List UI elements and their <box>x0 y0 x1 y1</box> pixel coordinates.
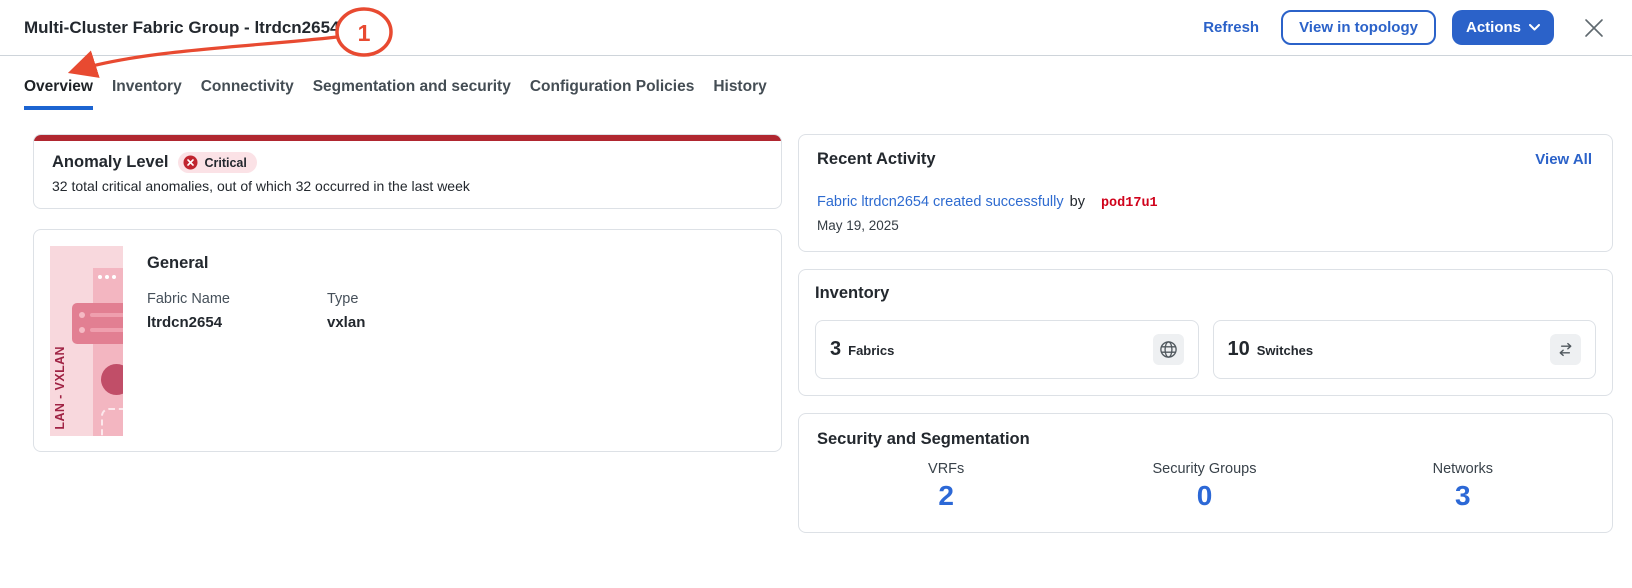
view-in-topology-button[interactable]: View in topology <box>1281 10 1436 45</box>
illustration-label: LAN - VXLAN <box>53 346 67 430</box>
overview-content: Anomaly Level Critical 32 total critical… <box>0 110 1632 533</box>
left-column: Anomaly Level Critical 32 total critical… <box>33 134 782 452</box>
activity-by-text: by <box>1070 194 1085 210</box>
actions-button-label: Actions <box>1466 19 1521 36</box>
recent-activity-title: Recent Activity <box>817 150 936 169</box>
fabric-name-field: Fabric Name ltrdcn2654 <box>147 291 327 331</box>
tab-history[interactable]: History <box>713 78 766 110</box>
activity-user: pod17u1 <box>1101 196 1158 211</box>
fabrics-count: 3 <box>830 338 841 361</box>
type-label: Type <box>327 291 507 307</box>
security-groups-value[interactable]: 0 <box>1075 480 1333 512</box>
tab-bar: Overview Inventory Connectivity Segmenta… <box>0 56 1632 110</box>
illustration-server <box>72 303 123 344</box>
view-all-link[interactable]: View All <box>1535 151 1592 168</box>
fabrics-label: Fabrics <box>848 343 894 358</box>
type-field: Type vxlan <box>327 291 507 331</box>
type-value: vxlan <box>327 314 507 331</box>
switch-icon <box>1550 334 1581 365</box>
security-groups-stat: Security Groups 0 <box>1075 461 1333 512</box>
anomaly-level-card: Anomaly Level Critical 32 total critical… <box>33 134 782 209</box>
vrfs-label: VRFs <box>817 461 1075 477</box>
right-column: Recent Activity View All Fabric ltrdcn26… <box>798 134 1613 533</box>
fabric-name-label: Fabric Name <box>147 291 327 307</box>
activity-date: May 19, 2025 <box>817 218 1592 233</box>
fabrics-tile[interactable]: 3 Fabrics <box>815 320 1199 379</box>
tab-inventory[interactable]: Inventory <box>112 78 182 110</box>
anomaly-description: 32 total critical anomalies, out of whic… <box>52 178 763 194</box>
critical-icon <box>183 155 198 170</box>
illustration-dot <box>112 275 116 279</box>
switches-label: Switches <box>1257 343 1313 358</box>
networks-value[interactable]: 3 <box>1334 480 1592 512</box>
networks-stat: Networks 3 <box>1334 461 1592 512</box>
vrfs-stat: VRFs 2 <box>817 461 1075 512</box>
tab-segmentation-and-security[interactable]: Segmentation and security <box>313 78 511 110</box>
anomaly-level-title: Anomaly Level <box>52 153 168 172</box>
inventory-title: Inventory <box>815 284 1596 303</box>
illustration-dashed-box <box>101 408 123 436</box>
security-segmentation-title: Security and Segmentation <box>817 430 1592 449</box>
inventory-card: Inventory 3 Fabrics <box>798 269 1613 396</box>
activity-event-row: Fabric ltrdcn2654 created successfully b… <box>817 194 1592 211</box>
lan-vxlan-illustration: LAN - VXLAN <box>50 246 123 436</box>
fabric-name-value: ltrdcn2654 <box>147 314 327 331</box>
security-groups-label: Security Groups <box>1075 461 1333 477</box>
recent-activity-card: Recent Activity View All Fabric ltrdcn26… <box>798 134 1613 252</box>
tab-configuration-policies[interactable]: Configuration Policies <box>530 78 694 110</box>
drawer-header: Multi-Cluster Fabric Group - ltrdcn2654 … <box>0 0 1632 56</box>
activity-event-link[interactable]: Fabric ltrdcn2654 created successfully <box>817 194 1064 210</box>
globe-icon <box>1153 334 1184 365</box>
switches-count: 10 <box>1228 338 1250 361</box>
tab-connectivity[interactable]: Connectivity <box>201 78 294 110</box>
chevron-down-icon <box>1529 24 1540 31</box>
actions-button[interactable]: Actions <box>1452 10 1554 45</box>
switches-tile[interactable]: 10 Switches <box>1213 320 1597 379</box>
critical-badge: Critical <box>178 152 256 173</box>
general-card: LAN - VXLAN General Fabric Name ltrdcn26… <box>33 229 782 452</box>
networks-label: Networks <box>1334 461 1592 477</box>
header-actions: Refresh View in topology Actions <box>1197 10 1606 45</box>
close-icon[interactable] <box>1582 16 1606 40</box>
page-title: Multi-Cluster Fabric Group - ltrdcn2654 <box>24 18 340 38</box>
vrfs-value[interactable]: 2 <box>817 480 1075 512</box>
tab-overview[interactable]: Overview <box>24 78 93 110</box>
general-title: General <box>147 254 507 273</box>
critical-badge-label: Critical <box>204 156 246 170</box>
illustration-dot <box>98 275 102 279</box>
illustration-dot <box>105 275 109 279</box>
refresh-button[interactable]: Refresh <box>1197 18 1265 37</box>
security-segmentation-card: Security and Segmentation VRFs 2 Securit… <box>798 413 1613 533</box>
